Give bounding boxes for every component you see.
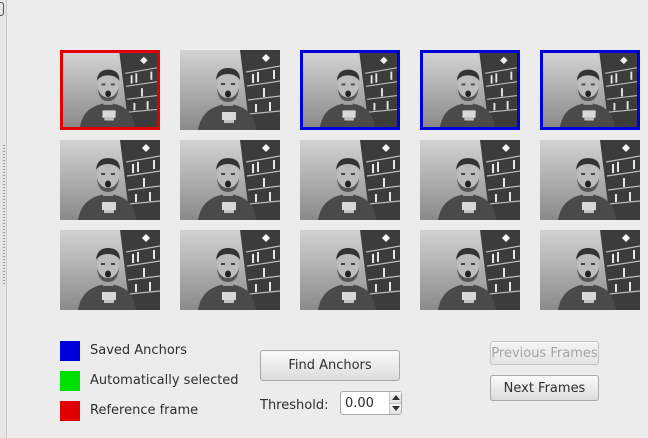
anchor-selection-window: Saved Anchors Automatically selected Ref…: [0, 0, 648, 438]
threshold-label: Threshold:: [260, 398, 329, 413]
left-side-panel: [0, 0, 7, 438]
frame-thumbnail[interactable]: [180, 140, 280, 220]
frame-thumbnail[interactable]: [420, 230, 520, 310]
frame-thumbnail[interactable]: [300, 140, 400, 220]
frame-thumbnail[interactable]: [420, 140, 520, 220]
saved-anchors-label: Saved Anchors: [90, 343, 187, 358]
auto-selected-swatch: [60, 371, 80, 391]
threshold-stepper: [389, 392, 401, 414]
panel-edge-icon: [0, 2, 4, 16]
find-anchors-button[interactable]: Find Anchors: [260, 350, 400, 381]
reference-frame-swatch: [60, 401, 80, 421]
frame-thumbnail[interactable]: [180, 230, 280, 310]
threshold-spinbox: [340, 391, 402, 415]
frame-thumbnail[interactable]: [540, 140, 640, 220]
arrow-up-icon: [391, 394, 400, 400]
reference-frame-label: Reference frame: [90, 403, 199, 418]
threshold-input[interactable]: [341, 392, 389, 414]
frame-thumbnail[interactable]: [420, 50, 520, 130]
frame-thumbnail[interactable]: [60, 50, 160, 130]
frame-thumbnail[interactable]: [540, 50, 640, 130]
frame-thumbnail[interactable]: [60, 140, 160, 220]
pane-resize-handle[interactable]: [3, 145, 5, 285]
arrow-down-icon: [391, 406, 400, 412]
frame-thumbnail[interactable]: [300, 50, 400, 130]
frame-thumbnail[interactable]: [300, 230, 400, 310]
frame-thumbnail[interactable]: [540, 230, 640, 310]
increment-button[interactable]: [390, 392, 401, 404]
auto-selected-label: Automatically selected: [90, 373, 239, 388]
next-frames-button[interactable]: Next Frames: [490, 375, 599, 401]
frame-thumbnail[interactable]: [60, 230, 160, 310]
frame-thumbnail[interactable]: [180, 50, 280, 130]
previous-frames-button[interactable]: Previous Frames: [490, 341, 599, 365]
saved-anchors-swatch: [60, 341, 80, 361]
decrement-button[interactable]: [390, 403, 401, 414]
